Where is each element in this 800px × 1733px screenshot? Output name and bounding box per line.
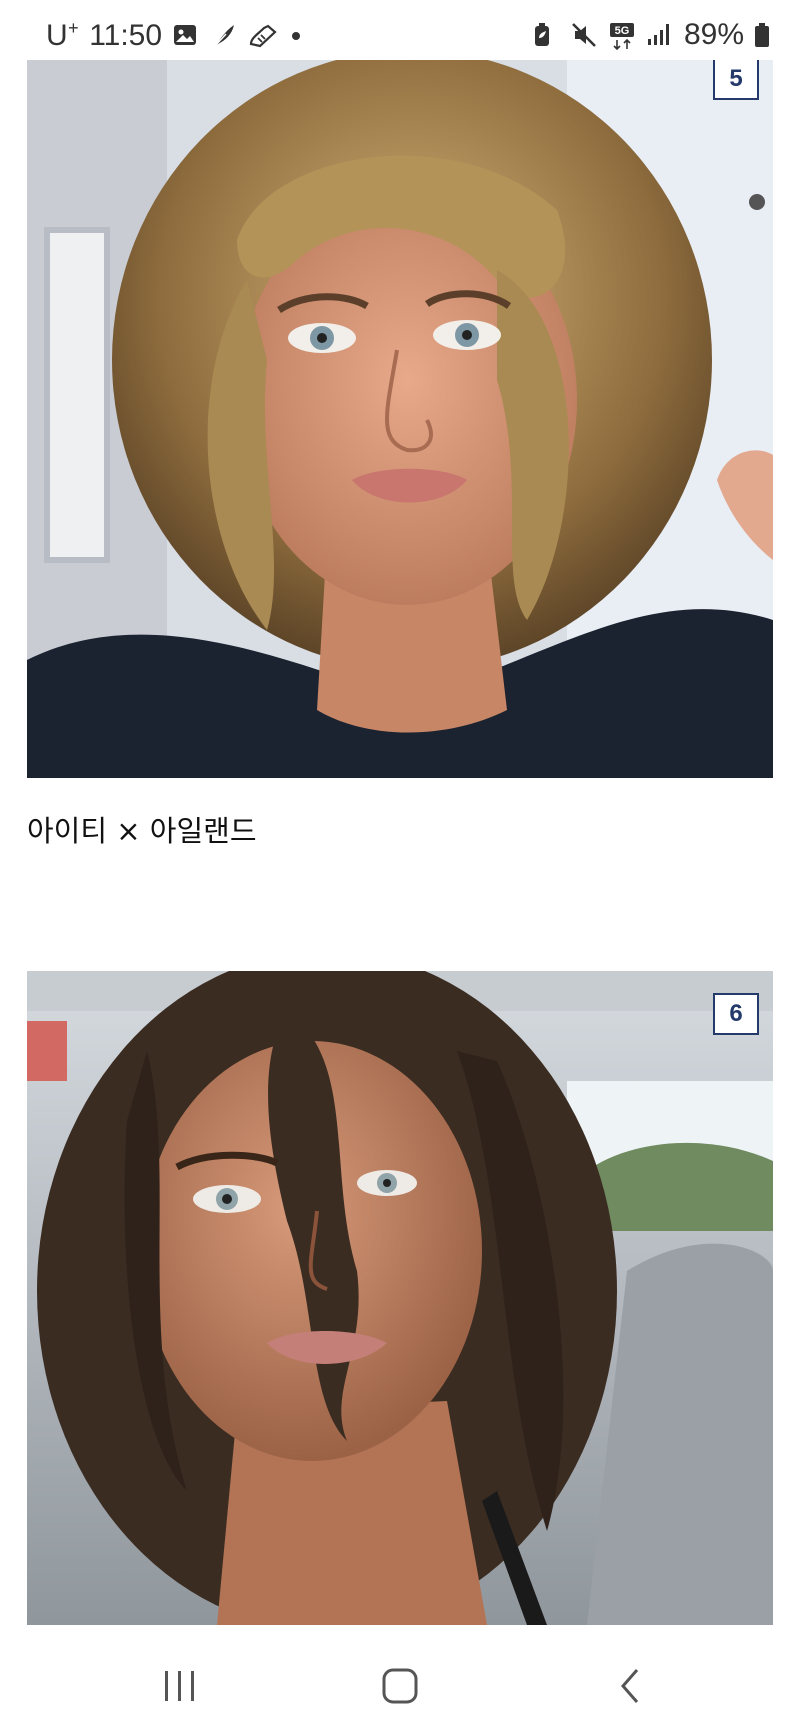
- feather-icon: [210, 22, 238, 50]
- recents-icon: [165, 1671, 194, 1701]
- gallery-icon: [172, 22, 200, 50]
- post-photo-6[interactable]: 6: [27, 971, 773, 1625]
- shoe-icon: [248, 22, 277, 50]
- home-button[interactable]: [370, 1658, 430, 1714]
- notification-dot-icon: [292, 31, 301, 40]
- battery-saver-icon: [532, 21, 560, 49]
- clock: 11:50: [89, 18, 163, 52]
- post-number-badge: 6: [713, 993, 759, 1035]
- recents-button[interactable]: [150, 1658, 210, 1714]
- post-photo-5[interactable]: 5: [27, 60, 773, 778]
- mute-icon: [570, 21, 598, 49]
- carrier-label: U+: [46, 18, 80, 52]
- battery-icon: [754, 21, 770, 49]
- battery-percent: 89%: [683, 18, 744, 51]
- signal-icon: [646, 21, 674, 49]
- post-caption: 아이티 × 아일랜드: [27, 814, 257, 848]
- status-bar: U+ 11:50 5G 89%: [0, 0, 800, 60]
- 5g-icon: 5G: [608, 21, 636, 51]
- back-button[interactable]: [600, 1658, 660, 1714]
- back-icon: [621, 1669, 639, 1703]
- post-number-badge: 5: [713, 60, 759, 100]
- svg-text:5G: 5G: [615, 25, 630, 37]
- home-icon: [382, 1668, 418, 1704]
- navigation-bar: [0, 1640, 800, 1733]
